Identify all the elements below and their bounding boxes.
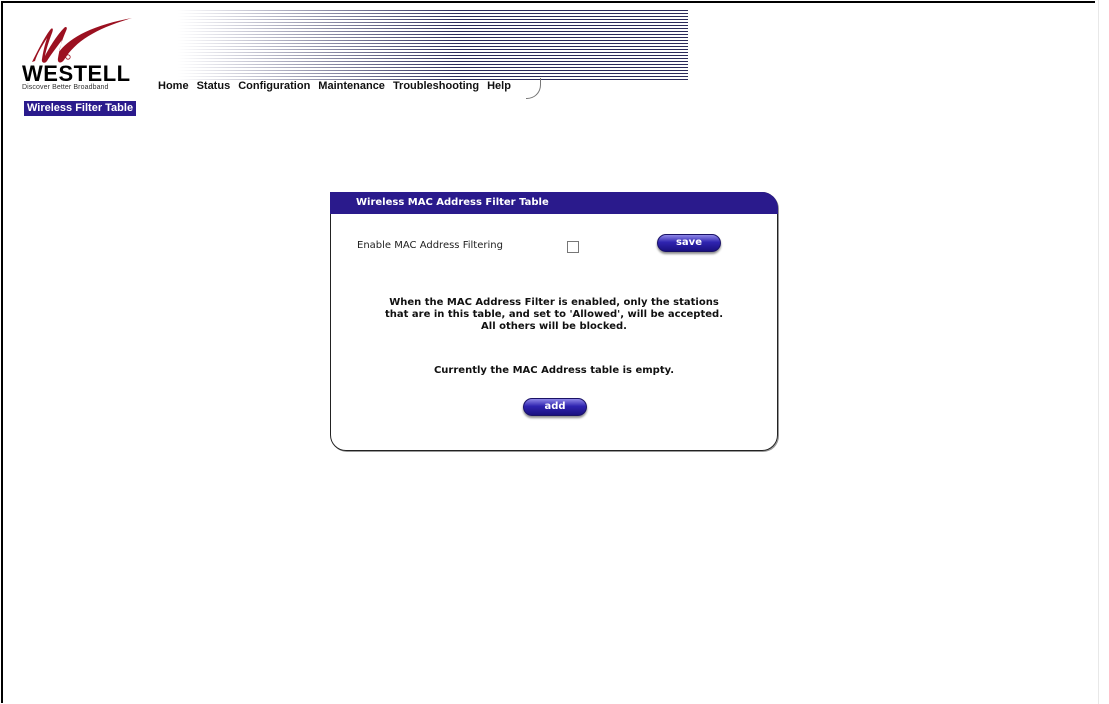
nav-maintenance[interactable]: Maintenance <box>318 80 385 98</box>
nav-home[interactable]: Home <box>158 80 189 98</box>
add-button[interactable]: add <box>523 398 587 416</box>
top-nav: Home Status Configuration Maintenance Tr… <box>158 80 511 98</box>
westell-logo[interactable]: WESTELL Discover Better Broadband <box>22 16 142 100</box>
info-line: When the MAC Address Filter is enabled, … <box>389 297 719 308</box>
nav-troubleshooting[interactable]: Troubleshooting <box>393 80 479 98</box>
brand-tagline: Discover Better Broadband <box>22 84 109 91</box>
westell-swoosh-icon <box>32 18 132 63</box>
enable-filter-checkbox[interactable] <box>567 241 579 253</box>
filter-info-text: When the MAC Address Filter is enabled, … <box>331 297 777 333</box>
info-line: All others will be blocked. <box>481 321 627 332</box>
enable-filter-label: Enable MAC Address Filtering <box>357 240 503 251</box>
empty-table-message: Currently the MAC Address table is empty… <box>433 365 675 376</box>
brand-name: WESTELL <box>22 61 131 86</box>
header-stripes <box>178 10 688 82</box>
nav-configuration[interactable]: Configuration <box>238 80 310 98</box>
vertical-scrollbar[interactable] <box>1098 0 1109 704</box>
panel-title: Wireless MAC Address Filter Table <box>330 192 778 214</box>
mac-filter-panel: Wireless MAC Address Filter Table Enable… <box>330 192 778 451</box>
nav-status[interactable]: Status <box>197 80 231 98</box>
info-line: that are in this table, and set to 'Allo… <box>385 309 723 320</box>
page-title-badge: Wireless Filter Table <box>24 101 137 116</box>
nav-help[interactable]: Help <box>487 80 511 98</box>
save-button[interactable]: save <box>657 234 721 252</box>
